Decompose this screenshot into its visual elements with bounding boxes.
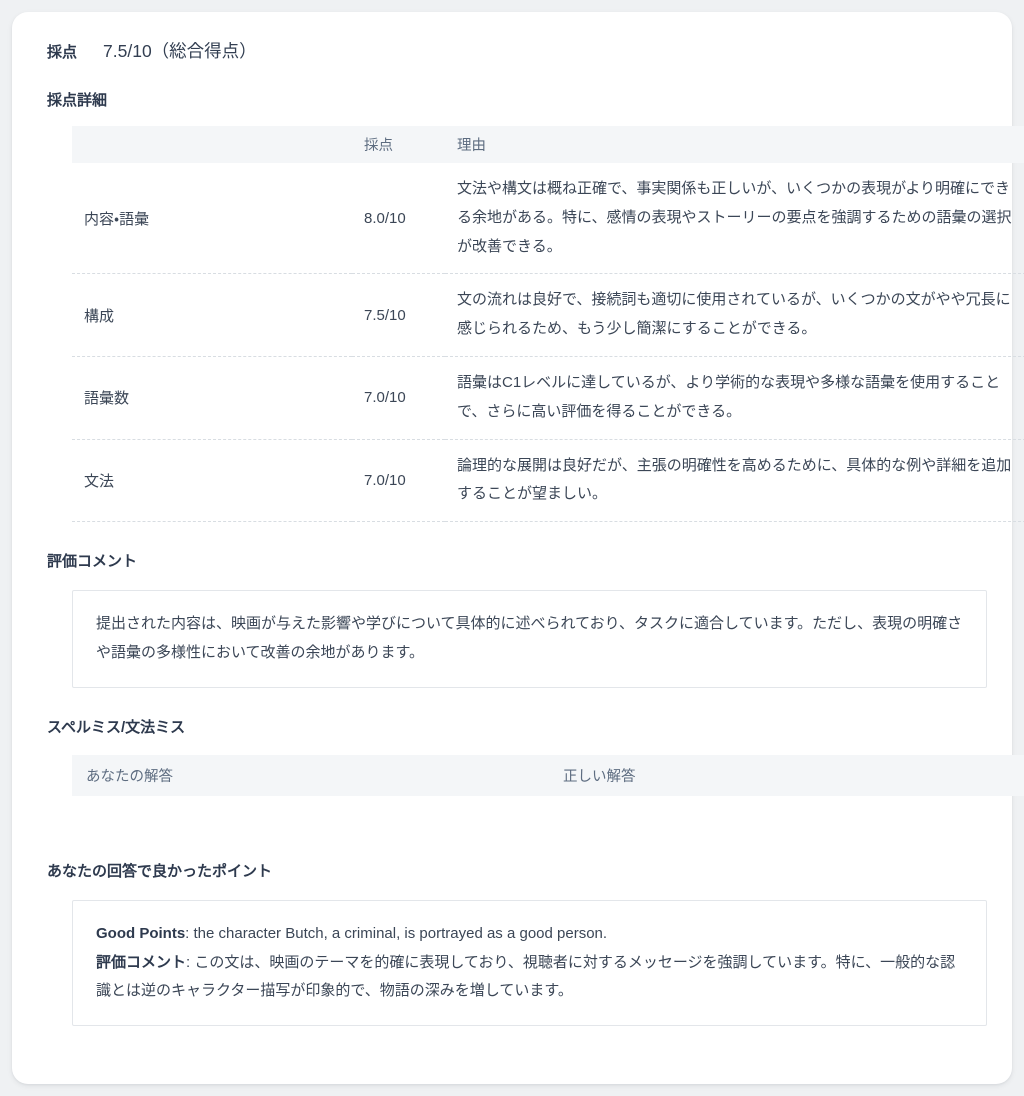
score-cell: 7.5/10: [352, 274, 445, 357]
good-points-text: : the character Butch, a criminal, is po…: [185, 925, 607, 942]
score-detail-table-head: 採点 理由: [72, 126, 1024, 163]
good-points-label: Good Points: [96, 925, 185, 942]
good-points-comment-text: : この文は、映画のテーマを的確に表現しており、視聴者に対するメッセージを強調し…: [96, 954, 955, 1000]
reason-column-header: 理由: [445, 126, 1024, 163]
score-column-header: 採点: [352, 126, 445, 163]
mistakes-table: あなたの解答 正しい解答: [72, 755, 1024, 796]
score-cell: 7.0/10: [352, 439, 445, 522]
reason-cell: 文法や構文は概ね正確で、事実関係も正しいが、いくつかの表現がより明確にできる余地…: [445, 163, 1024, 274]
score-cell: 7.0/10: [352, 356, 445, 439]
good-points-box: Good Points: the character Butch, a crim…: [72, 900, 987, 1026]
reason-cell: 語彙はC1レベルに達しているが、より学術的な表現や多様な語彙を使用することで、さ…: [445, 356, 1024, 439]
detail-section-heading: 採点詳細: [47, 89, 989, 110]
correct-answer-column-header: 正しい解答: [549, 755, 1024, 796]
overall-score-label: 採点: [47, 41, 77, 62]
score-detail-table: 採点 理由 内容・語彙 8.0/10 文法や構文は概ね正確で、事実関係も正しいが…: [72, 126, 1024, 522]
evaluation-comment-text: 提出された内容は、映画が与えた影響や学びについて具体的に述べられており、タスクに…: [96, 615, 962, 661]
table-row: 語彙数 7.0/10 語彙はC1レベルに達しているが、より学術的な表現や多様な語…: [72, 356, 1024, 439]
table-row: 内容・語彙 8.0/10 文法や構文は概ね正確で、事実関係も正しいが、いくつかの…: [72, 163, 1024, 274]
criteria-cell: 構成: [72, 274, 352, 357]
mistakes-table-empty-area: [72, 796, 987, 840]
table-header-row: あなたの解答 正しい解答: [72, 755, 1024, 796]
score-detail-table-body: 内容・語彙 8.0/10 文法や構文は概ね正確で、事実関係も正しいが、いくつかの…: [72, 163, 1024, 522]
good-points-line: Good Points: the character Butch, a crim…: [96, 920, 963, 949]
mistakes-section-heading: スペルミス/文法ミス: [47, 716, 989, 737]
reason-cell: 文の流れは良好で、接続詞も適切に使用されているが、いくつかの文がやや冗長に感じら…: [445, 274, 1024, 357]
criteria-cell: 内容・語彙: [72, 163, 352, 274]
good-points-comment-label: 評価コメント: [96, 954, 186, 971]
criteria-cell: 文法: [72, 439, 352, 522]
table-header-row: 採点 理由: [72, 126, 1024, 163]
evaluation-comment-box: 提出された内容は、映画が与えた影響や学びについて具体的に述べられており、タスクに…: [72, 590, 987, 688]
overall-score-value: 7.5/10（総合得点）: [103, 38, 257, 63]
your-answer-column-header: あなたの解答: [72, 755, 549, 796]
score-report-card: 採点 7.5/10（総合得点） 採点詳細 採点 理由 内容・語彙 8.0/10 …: [12, 12, 1012, 1084]
table-row: 文法 7.0/10 論理的な展開は良好だが、主張の明確性を高めるために、具体的な…: [72, 439, 1024, 522]
overall-score-line: 採点 7.5/10（総合得点）: [47, 38, 989, 63]
table-row: 構成 7.5/10 文の流れは良好で、接続詞も適切に使用されているが、いくつかの…: [72, 274, 1024, 357]
comment-section-heading: 評価コメント: [47, 550, 989, 571]
good-points-comment-line: 評価コメント: この文は、映画のテーマを的確に表現しており、視聴者に対するメッセ…: [96, 949, 963, 1007]
reason-cell: 論理的な展開は良好だが、主張の明確性を高めるために、具体的な例や詳細を追加するこ…: [445, 439, 1024, 522]
mistakes-table-head: あなたの解答 正しい解答: [72, 755, 1024, 796]
criteria-column-header: [72, 126, 352, 163]
good-points-section-heading: あなたの回答で良かったポイント: [47, 860, 989, 881]
score-cell: 8.0/10: [352, 163, 445, 274]
criteria-cell: 語彙数: [72, 356, 352, 439]
